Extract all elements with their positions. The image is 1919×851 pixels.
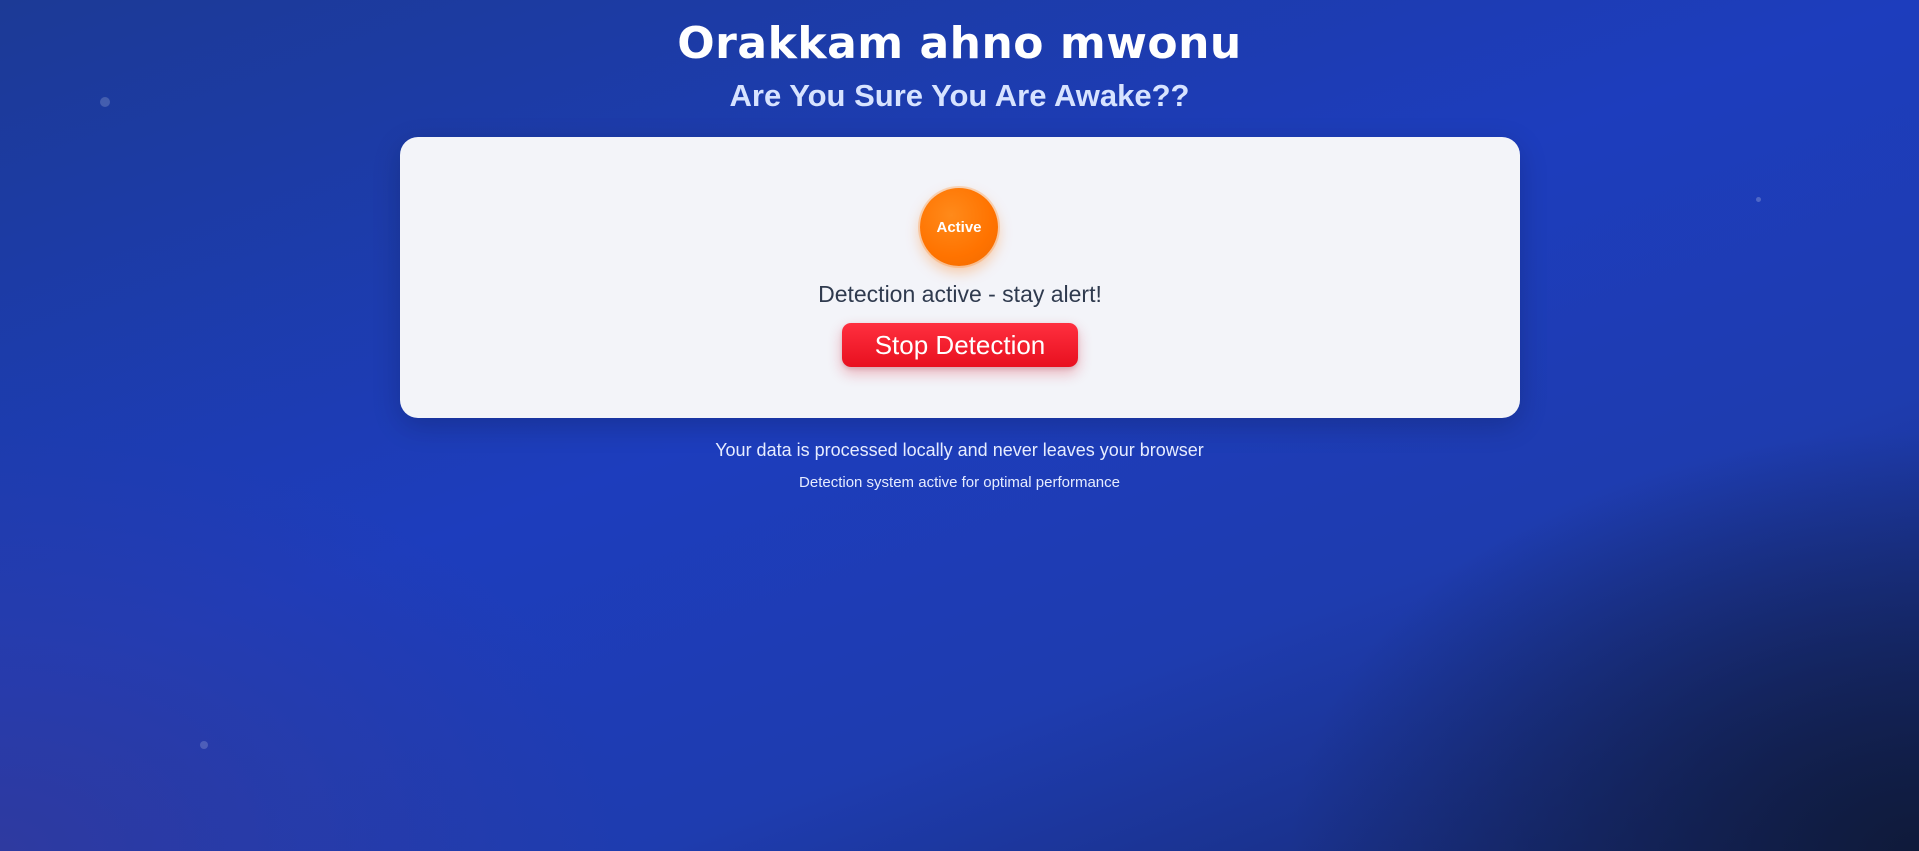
page-title: Orakkam ahno mwonu — [677, 18, 1242, 69]
decorative-dot — [1756, 197, 1761, 202]
status-badge: Active — [936, 218, 982, 236]
page-subtitle: Are You Sure You Are Awake?? — [729, 78, 1190, 113]
status-indicator: Active — [920, 188, 998, 266]
system-note: Detection system active for optimal perf… — [799, 474, 1120, 491]
page-header: Orakkam ahno mwonu Are You Sure You Are … — [0, 14, 1919, 116]
decorative-dot — [200, 741, 208, 749]
privacy-note: Your data is processed locally and never… — [715, 440, 1204, 460]
status-message: Detection active - stay alert! — [818, 281, 1102, 307]
detection-card: Active Detection active - stay alert! St… — [400, 137, 1520, 418]
stop-detection-button[interactable]: Stop Detection — [842, 323, 1078, 367]
